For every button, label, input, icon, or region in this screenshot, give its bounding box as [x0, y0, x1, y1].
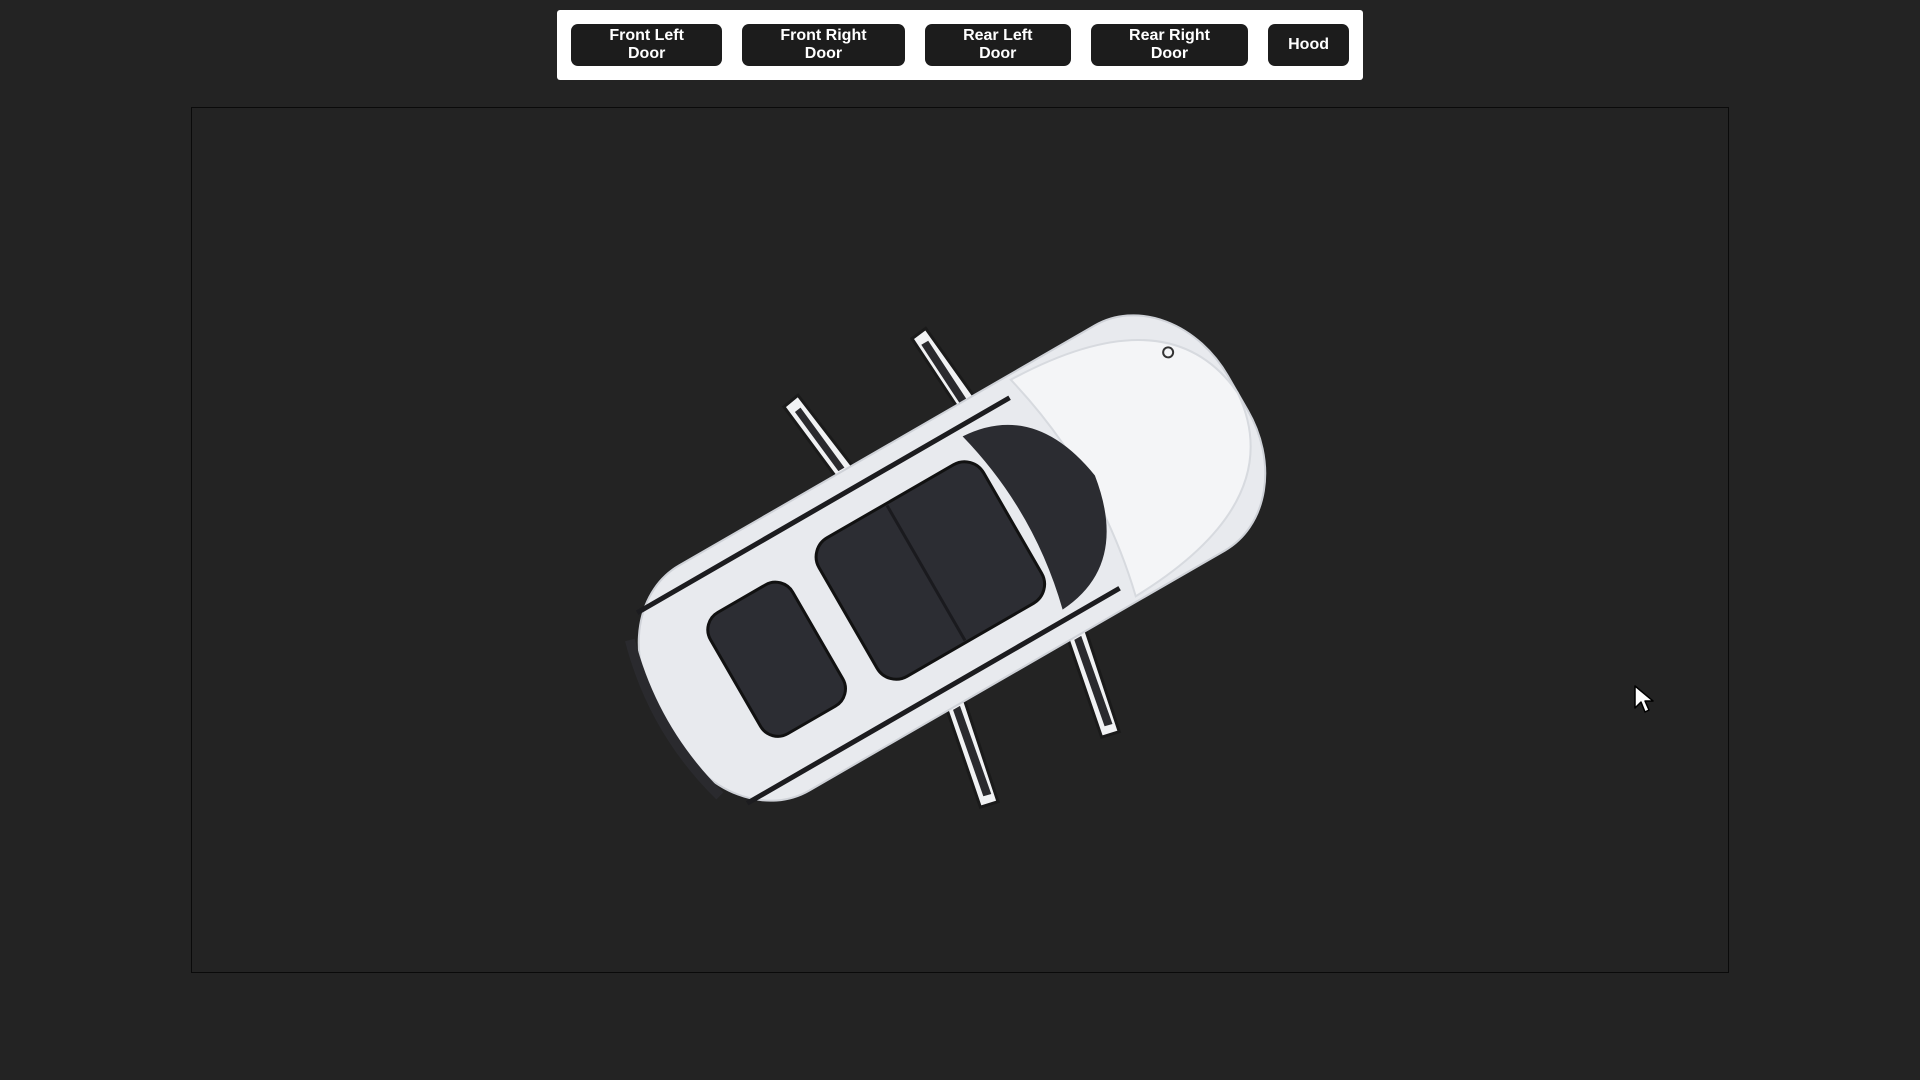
3d-viewport-canvas[interactable]: [191, 107, 1729, 973]
front-right-door-button[interactable]: Front Right Door: [742, 24, 905, 66]
car-model[interactable]: [192, 108, 1729, 973]
front-left-door-button[interactable]: Front Left Door: [571, 24, 723, 66]
arrow-pointer-icon: [1634, 685, 1654, 713]
front-left-door[interactable]: [909, 324, 977, 410]
rear-right-door[interactable]: [929, 696, 1017, 811]
hood-button[interactable]: Hood: [1268, 24, 1349, 66]
rear-left-door[interactable]: [781, 389, 856, 482]
rear-left-door-button[interactable]: Rear Left Door: [924, 24, 1071, 66]
rear-right-door-button[interactable]: Rear Right Door: [1090, 24, 1249, 66]
door-control-toolbar: Front Left Door Front Right Door Rear Le…: [557, 10, 1363, 80]
front-right-door[interactable]: [1051, 626, 1139, 741]
